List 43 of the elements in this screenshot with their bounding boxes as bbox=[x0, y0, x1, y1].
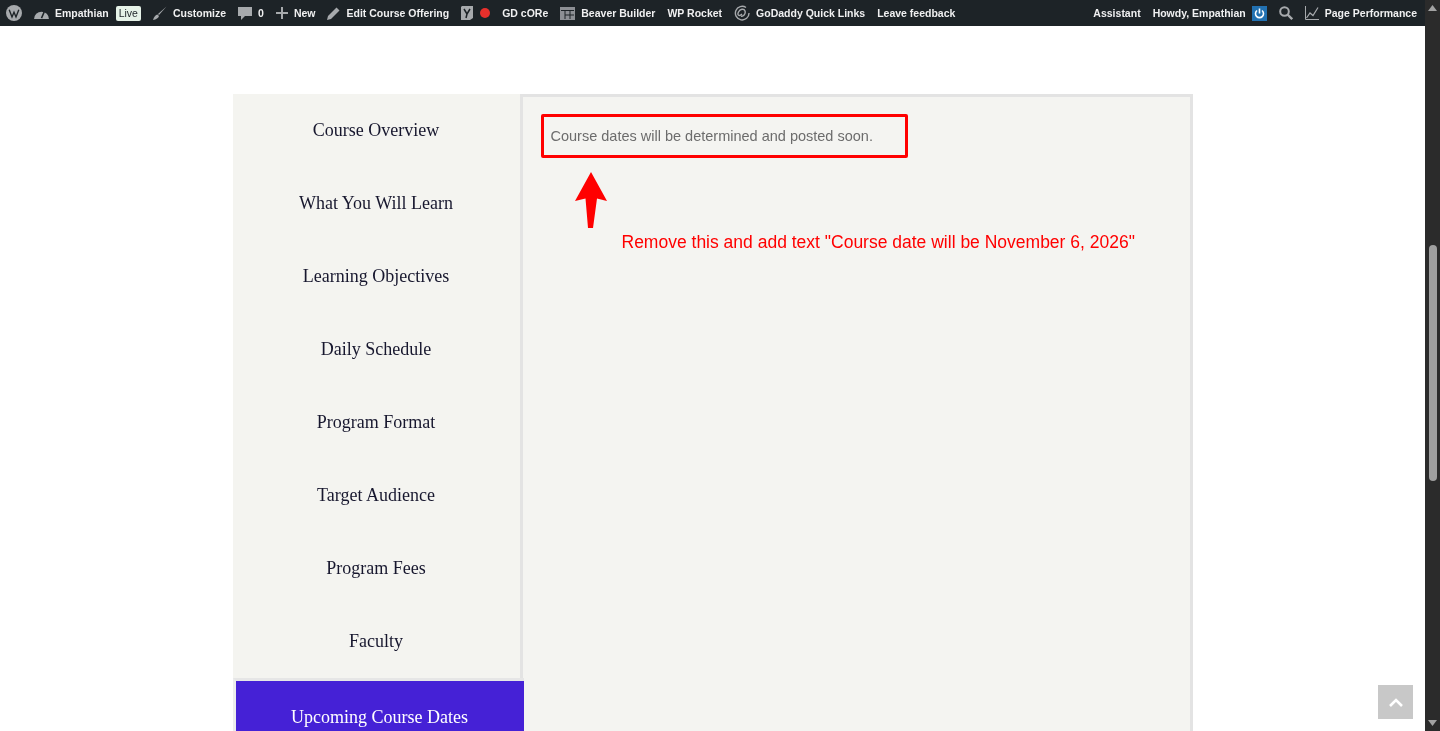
sidebar-tab[interactable]: Daily Schedule bbox=[232, 313, 520, 386]
scrollbar-track[interactable] bbox=[1425, 0, 1440, 731]
customize-link[interactable]: Customize bbox=[152, 6, 227, 20]
y-logo-icon[interactable] bbox=[461, 6, 474, 20]
sidebar-tab[interactable]: Program Fees bbox=[232, 532, 520, 605]
sidebar-tab[interactable]: Target Audience bbox=[232, 459, 520, 532]
search-icon[interactable] bbox=[1278, 6, 1293, 20]
scroll-down-icon[interactable] bbox=[1428, 720, 1437, 726]
swirl-logo-icon bbox=[734, 5, 751, 21]
account-link[interactable]: Howdy, Empathian bbox=[1152, 5, 1267, 21]
sidebar-tab[interactable]: Upcoming Course Dates bbox=[232, 678, 524, 731]
line-chart-icon bbox=[1304, 6, 1319, 20]
toolbar-link[interactable]: GD cORe bbox=[502, 7, 549, 19]
sidebar-tab[interactable]: Learning Objectives bbox=[232, 240, 520, 313]
toolbar-link[interactable]: WP Rocket bbox=[667, 7, 723, 19]
status-dot-icon bbox=[480, 8, 491, 18]
layout-grid-icon bbox=[560, 6, 576, 20]
new-link[interactable]: New bbox=[275, 7, 316, 19]
edit-link[interactable]: Edit Course Offering bbox=[327, 6, 450, 20]
live-badge: Live bbox=[115, 5, 141, 21]
brush-icon bbox=[152, 6, 167, 20]
comments-link[interactable]: 0 bbox=[238, 6, 264, 20]
toolbar-link[interactable]: Assistant bbox=[1093, 7, 1141, 19]
site-name-link[interactable]: Empathian bbox=[34, 6, 109, 20]
sidebar-tab[interactable]: Faculty bbox=[232, 605, 520, 678]
speech-bubble-icon bbox=[238, 6, 253, 20]
power-icon bbox=[1251, 5, 1267, 21]
plus-icon bbox=[275, 7, 288, 19]
scroll-up-icon[interactable] bbox=[1428, 5, 1437, 11]
builder-link[interactable]: Beaver Builder bbox=[560, 6, 656, 20]
quick-links-link[interactable]: GoDaddy Quick Links bbox=[734, 5, 866, 21]
pencil-icon bbox=[327, 6, 341, 20]
course-dates-text: Course dates will be determined and posted soon. bbox=[550, 128, 873, 144]
annotation-note: Remove this and add text "Course date will be November 6, 2026" bbox=[621, 232, 1135, 252]
toolbar-link[interactable]: Leave feedback bbox=[877, 7, 956, 19]
scrollbar-thumb[interactable] bbox=[1428, 245, 1437, 481]
up-arrow-icon bbox=[574, 172, 607, 228]
sidebar-tab[interactable]: Course Overview bbox=[232, 94, 520, 167]
chevron-up-icon bbox=[1388, 697, 1403, 707]
sidebar-tab[interactable]: What You Will Learn bbox=[232, 167, 520, 240]
sidebar-tab[interactable]: Program Format bbox=[232, 386, 520, 459]
performance-link[interactable]: Page Performance bbox=[1304, 6, 1417, 20]
w-logo-icon[interactable] bbox=[6, 5, 22, 21]
